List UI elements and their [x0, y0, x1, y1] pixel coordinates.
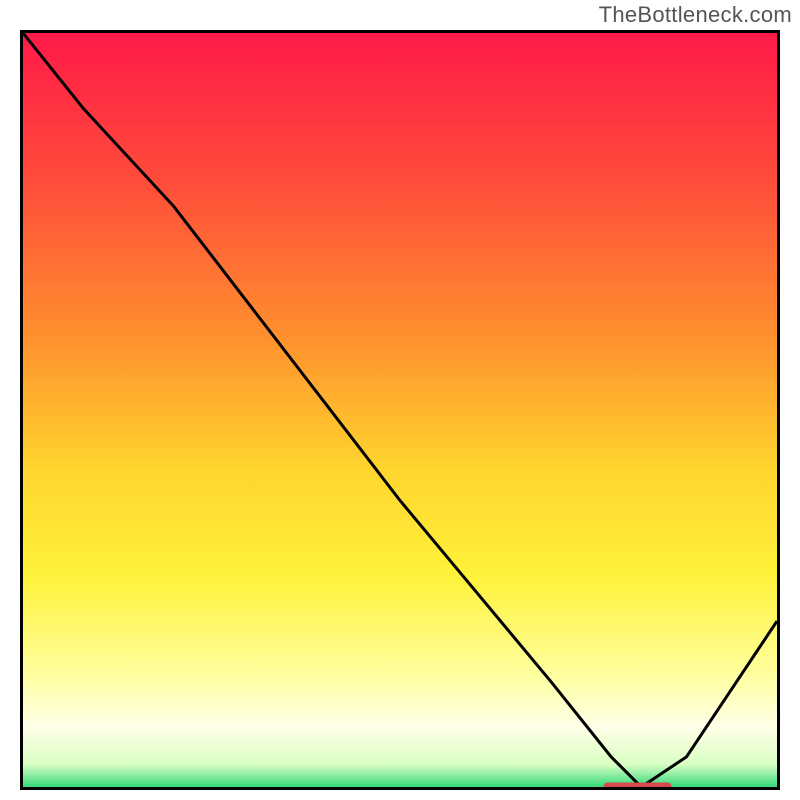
optimal-range-marker	[604, 782, 672, 787]
plot-svg	[23, 33, 777, 787]
watermark-text: TheBottleneck.com	[599, 2, 792, 28]
gradient-background	[23, 33, 777, 787]
plot-area	[20, 30, 780, 790]
chart-frame: TheBottleneck.com	[0, 0, 800, 800]
